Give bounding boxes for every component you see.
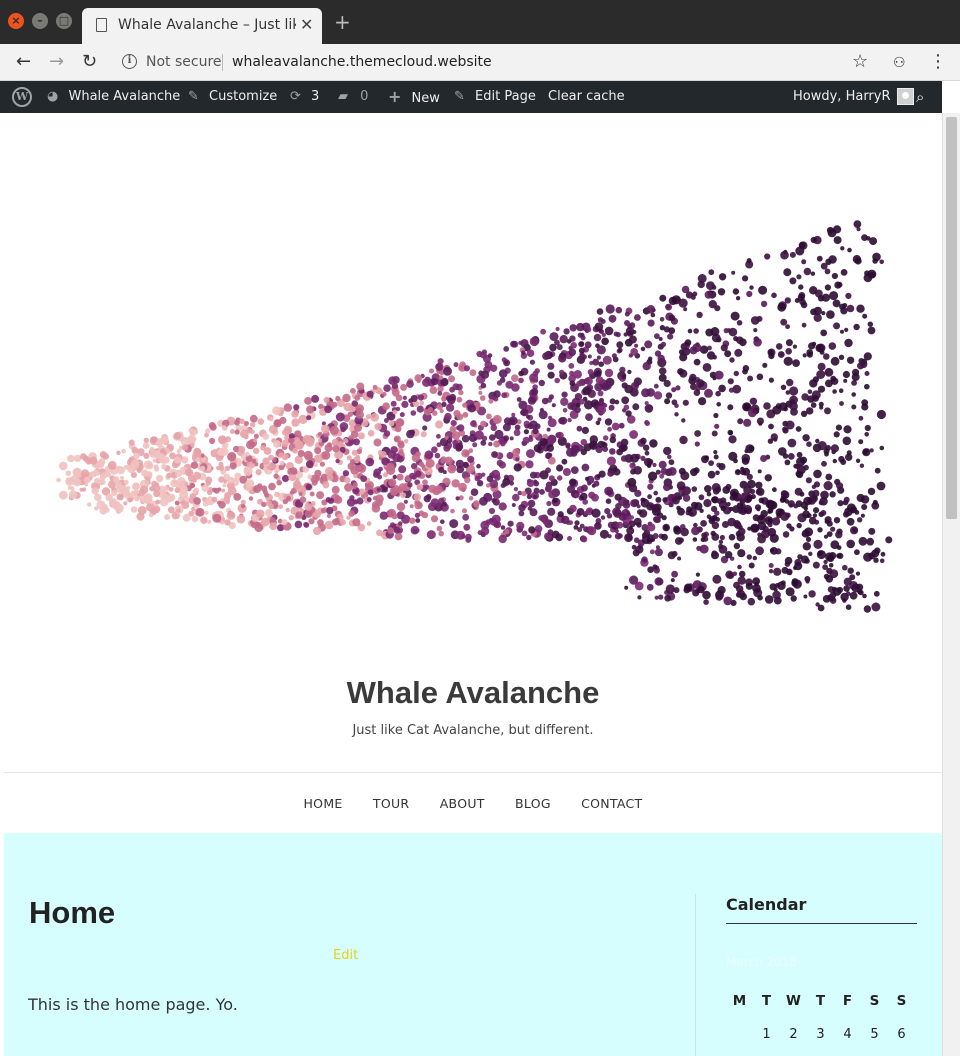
info-icon[interactable]: i	[122, 54, 137, 69]
admin-bar-clear-cache[interactable]: Clear cache	[548, 81, 625, 113]
howdy-label: Howdy, HarryR	[793, 89, 891, 104]
site-tagline: Just like Cat Avalanche, but different.	[352, 723, 594, 738]
calendar-weekday: W	[786, 993, 801, 1009]
calendar-day: 5	[870, 1027, 879, 1042]
updates-icon: ⟳	[290, 89, 301, 104]
close-icon: ×	[11, 14, 21, 27]
back-arrow-icon[interactable]: ←	[16, 51, 31, 73]
window-maximize-button[interactable]: □	[56, 13, 72, 29]
menu-kebab-icon[interactable]: ⋮	[929, 51, 947, 73]
wordpress-logo-icon[interactable]: W	[12, 87, 32, 107]
nav-item-tour[interactable]: TOUR	[373, 796, 410, 811]
maximize-icon: □	[58, 14, 70, 27]
comment-icon: ▰	[338, 89, 348, 104]
calendar-weekday: S	[869, 993, 880, 1009]
admin-bar-new[interactable]: + New	[388, 81, 440, 113]
avatar	[896, 88, 914, 105]
calendar-day: 2	[789, 1027, 798, 1042]
document-icon	[96, 18, 107, 32]
main-navigation: HOME TOUR ABOUT BLOG CONTACT	[4, 796, 942, 811]
calendar-weekday: F	[842, 993, 853, 1009]
admin-bar-comments[interactable]: ▰ 0	[338, 81, 368, 113]
admin-bar-site-name[interactable]: ◕ Whale Avalanche	[47, 81, 180, 113]
calendar-day: 6	[897, 1027, 906, 1042]
plus-icon: +	[388, 87, 402, 106]
tab-title: Whale Avalanche – Just like Cat Avalanch…	[118, 17, 296, 33]
window-close-button[interactable]: ×	[8, 13, 24, 29]
sidebar-divider	[695, 894, 696, 1056]
nav-item-home[interactable]: HOME	[303, 796, 342, 811]
pencil-icon: ✎	[454, 89, 465, 104]
admin-bar-account[interactable]: Howdy, HarryR	[793, 81, 914, 113]
calendar-weekday: S	[896, 993, 907, 1009]
page-body-text: This is the home page. Yo.	[28, 995, 238, 1014]
page-title: Home	[29, 895, 116, 930]
tab-close-icon[interactable]: ✕	[300, 15, 313, 34]
nav-item-blog[interactable]: BLOG	[515, 796, 551, 811]
window-minimize-button[interactable]: –	[32, 13, 48, 29]
url-separator	[222, 54, 223, 71]
calendar-weekday: T	[815, 993, 826, 1009]
reload-icon[interactable]: ↻	[82, 51, 97, 73]
scrollbar-thumb[interactable]	[946, 117, 957, 519]
admin-bar-customize[interactable]: ✎ Customize	[188, 81, 277, 113]
new-tab-button[interactable]: +	[334, 12, 351, 32]
search-icon[interactable]: ⌕	[916, 81, 924, 113]
edit-page-label: Edit Page	[475, 89, 536, 104]
nav-item-about[interactable]: ABOUT	[440, 796, 485, 811]
calendar-weekday: M	[732, 993, 747, 1009]
comments-count: 0	[360, 89, 369, 104]
browser-tabstrip: × – □ Whale Avalanche – Just like Cat Av…	[0, 0, 960, 44]
wp-admin-bar: W ◕ Whale Avalanche ✎ Customize ⟳ 3 ▰ 0 …	[0, 81, 942, 113]
bookmark-star-icon[interactable]: ☆	[852, 51, 868, 73]
customize-label: Customize	[209, 89, 278, 104]
calendar-weekday: T	[761, 993, 772, 1009]
calendar-day: 1	[762, 1027, 771, 1042]
incognito-icon[interactable]: ⚇	[893, 52, 906, 74]
calendar-caption: March 2018	[726, 955, 797, 969]
updates-count: 3	[311, 89, 320, 104]
admin-bar-updates[interactable]: ⟳ 3	[290, 81, 319, 113]
browser-toolbar: ← → ↻ i Not secure whaleavalanche.themec…	[0, 44, 960, 81]
nav-item-contact[interactable]: CONTACT	[581, 796, 642, 811]
edit-link[interactable]: Edit	[333, 948, 358, 963]
nav-divider	[4, 772, 942, 773]
forward-arrow-icon[interactable]: →	[49, 51, 64, 73]
calendar-widget-title: Calendar	[726, 895, 807, 914]
browser-tab[interactable]: Whale Avalanche – Just like Cat Avalanch…	[82, 8, 322, 44]
minimize-icon: –	[37, 14, 43, 27]
page-scrollbar[interactable]	[942, 113, 960, 1056]
security-label[interactable]: Not secure	[146, 54, 222, 70]
new-label: New	[411, 91, 440, 106]
web-page: Whale Avalanche Just like Cat Avalanche,…	[4, 113, 942, 1056]
address-bar[interactable]: whaleavalanche.themecloud.website	[232, 54, 492, 70]
site-title[interactable]: Whale Avalanche	[4, 675, 942, 711]
admin-bar-edit-page[interactable]: ✎ Edit Page	[454, 81, 536, 113]
calendar-day: 4	[843, 1027, 852, 1042]
content-area: Home Edit This is the home page. Yo. Cal…	[4, 833, 942, 1056]
dashboard-icon: ◕	[47, 89, 59, 104]
widget-title-rule	[726, 923, 917, 924]
brush-icon: ✎	[188, 89, 199, 104]
calendar-day: 3	[816, 1027, 825, 1042]
site-name-label: Whale Avalanche	[68, 89, 181, 104]
header-image-whale-art	[56, 220, 893, 613]
